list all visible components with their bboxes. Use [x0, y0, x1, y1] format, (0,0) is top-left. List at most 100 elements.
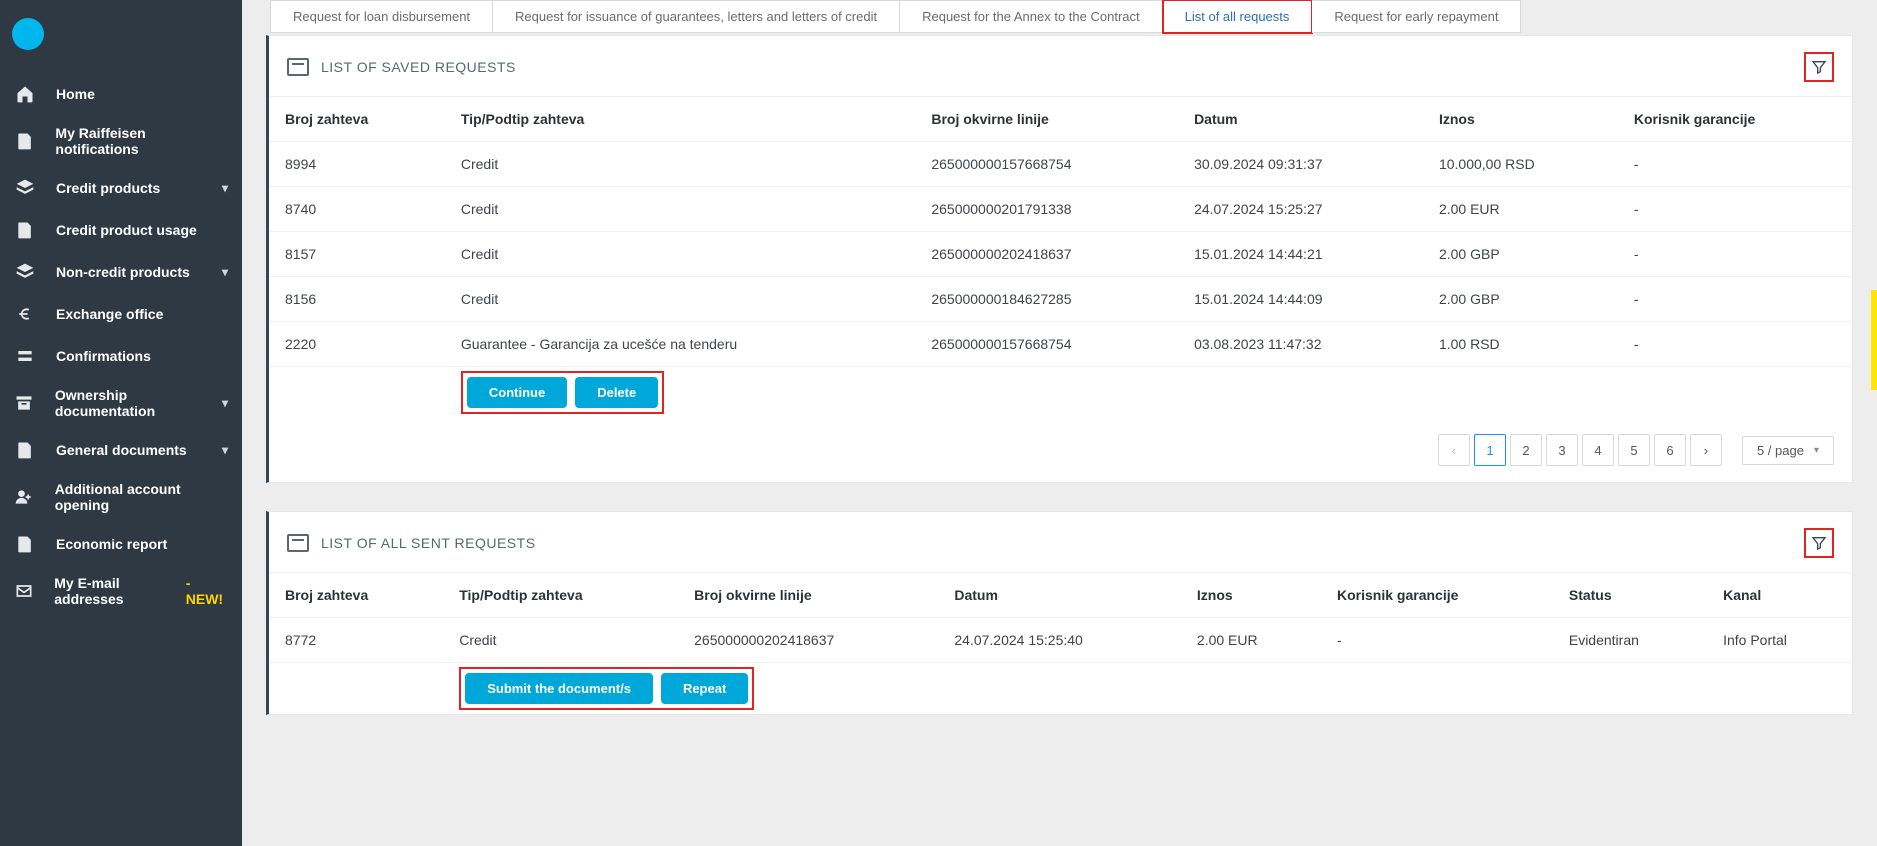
table-cell: -: [1618, 277, 1852, 322]
pager-prev[interactable]: ‹: [1438, 434, 1470, 466]
tab-request-for-issuance-of-guarantees-letters-and-letters-of-credit[interactable]: Request for issuance of guarantees, lett…: [493, 0, 900, 33]
column-header[interactable]: Iznos: [1423, 97, 1618, 142]
doc-icon: [14, 219, 36, 241]
column-header[interactable]: Iznos: [1181, 573, 1321, 618]
saved-requests-title: LIST OF SAVED REQUESTS: [321, 59, 516, 75]
table-cell: Guarantee - Garancija za ucešće na tende…: [445, 322, 915, 367]
tab-request-for-early-repayment[interactable]: Request for early repayment: [1312, 0, 1521, 33]
pager-page-5[interactable]: 5: [1618, 434, 1650, 466]
table-row[interactable]: 8157Credit26500000020241863715.01.2024 1…: [269, 232, 1852, 277]
sidebar-item-general-documents[interactable]: General documents ▾: [0, 429, 242, 471]
sidebar-item-additional-account-opening[interactable]: Additional account opening: [0, 471, 242, 523]
tabs-bar: Request for loan disbursementRequest for…: [270, 0, 1853, 33]
column-header[interactable]: Datum: [1178, 97, 1423, 142]
column-header[interactable]: Broj okvirne linije: [915, 97, 1178, 142]
chevron-down-icon: ▾: [222, 443, 228, 457]
column-header[interactable]: Tip/Podtip zahteva: [445, 97, 915, 142]
column-header[interactable]: Tip/Podtip zahteva: [443, 573, 678, 618]
saved-requests-pager: ‹123456› 5 / page▾: [269, 418, 1852, 482]
pager-page-2[interactable]: 2: [1510, 434, 1542, 466]
filter-icon: [1811, 59, 1827, 75]
sidebar-item-label: Additional account opening: [55, 481, 228, 513]
table-row[interactable]: 8994Credit26500000015766875430.09.2024 0…: [269, 142, 1852, 187]
column-header[interactable]: Korisnik garancije: [1321, 573, 1553, 618]
table-row[interactable]: 8740Credit26500000020179133824.07.2024 1…: [269, 187, 1852, 232]
euro-icon: [14, 303, 36, 325]
column-header[interactable]: Status: [1553, 573, 1707, 618]
sidebar-item-label: Confirmations: [56, 348, 151, 364]
pager-page-1[interactable]: 1: [1474, 434, 1506, 466]
filter-icon: [1811, 535, 1827, 551]
sent-requests-header: LIST OF ALL SENT REQUESTS: [269, 512, 1852, 572]
sidebar-item-credit-products[interactable]: Credit products ▾: [0, 167, 242, 209]
table-row[interactable]: 8156Credit26500000018462728515.01.2024 1…: [269, 277, 1852, 322]
list-icon: [287, 58, 309, 76]
sent-actions-highlight: Submit the document/s Repeat: [459, 667, 754, 710]
sidebar-item-non-credit-products[interactable]: Non-credit products▾: [0, 251, 242, 293]
table-cell: -: [1321, 618, 1553, 663]
table-cell: 8994: [269, 142, 445, 187]
sidebar-item-ownership-documentation[interactable]: Ownership documentation▾: [0, 377, 242, 429]
saved-action-row: Continue Delete: [269, 367, 1852, 419]
sidebar-nav: HomeMy Raiffeisen notificationsCredit pr…: [0, 73, 242, 617]
filter-button[interactable]: [1804, 528, 1834, 558]
repeat-button[interactable]: Repeat: [661, 673, 748, 704]
sidebar-item-label: Credit products: [56, 180, 160, 196]
tab-request-for-loan-disbursement[interactable]: Request for loan disbursement: [270, 0, 493, 33]
submit-documents-button[interactable]: Submit the document/s: [465, 673, 653, 704]
tab-list-of-all-requests[interactable]: List of all requests: [1163, 0, 1313, 33]
pager-page-6[interactable]: 6: [1654, 434, 1686, 466]
chevron-down-icon: ▾: [222, 181, 228, 195]
sidebar-item-label: General documents: [56, 442, 187, 458]
table-cell: 15.01.2024 14:44:09: [1178, 277, 1423, 322]
table-cell: 8740: [269, 187, 445, 232]
filter-button[interactable]: [1804, 52, 1834, 82]
table-cell: 2.00 GBP: [1423, 277, 1618, 322]
table-row[interactable]: 8772Credit26500000020241863724.07.2024 1…: [269, 618, 1852, 663]
sent-table-body: 8772Credit26500000020241863724.07.2024 1…: [269, 618, 1852, 715]
table-cell: 8772: [269, 618, 443, 663]
scroll-indicator: [1871, 290, 1877, 390]
table-cell: 265000000201791338: [915, 187, 1178, 232]
sidebar-item-home[interactable]: Home: [0, 73, 242, 115]
pager-next[interactable]: ›: [1690, 434, 1722, 466]
table-cell: 03.08.2023 11:47:32: [1178, 322, 1423, 367]
layers-icon: [14, 261, 36, 283]
column-header[interactable]: Datum: [938, 573, 1181, 618]
column-header[interactable]: Broj zahteva: [269, 97, 445, 142]
table-cell: 265000000157668754: [915, 322, 1178, 367]
pager-page-3[interactable]: 3: [1546, 434, 1578, 466]
table-cell: Credit: [445, 142, 915, 187]
tab-request-for-the-annex-to-the-contract[interactable]: Request for the Annex to the Contract: [900, 0, 1163, 33]
table-cell: Credit: [445, 232, 915, 277]
delete-button[interactable]: Delete: [575, 377, 658, 408]
list-icon: [287, 534, 309, 552]
table-cell: 30.09.2024 09:31:37: [1178, 142, 1423, 187]
sidebar-item-exchange-office[interactable]: Exchange office: [0, 293, 242, 335]
sidebar-item-label: Home: [56, 86, 95, 102]
sidebar-item-credit-product-usage[interactable]: Credit product usage: [0, 209, 242, 251]
pager-perpage[interactable]: 5 / page▾: [1742, 436, 1834, 465]
saved-table-body: 8994Credit26500000015766875430.09.2024 0…: [269, 142, 1852, 419]
table-cell: Evidentiran: [1553, 618, 1707, 663]
sidebar-item-confirmations[interactable]: Confirmations: [0, 335, 242, 377]
table-cell: 10.000,00 RSD: [1423, 142, 1618, 187]
column-header[interactable]: Korisnik garancije: [1618, 97, 1852, 142]
table-cell: Credit: [445, 277, 915, 322]
pager-page-4[interactable]: 4: [1582, 434, 1614, 466]
column-header[interactable]: Broj okvirne linije: [678, 573, 938, 618]
chevron-down-icon: ▾: [222, 396, 228, 410]
column-header[interactable]: Kanal: [1707, 573, 1852, 618]
sidebar-item-label: Economic report: [56, 536, 167, 552]
sent-action-row: Submit the document/s Repeat: [269, 663, 1852, 715]
continue-button[interactable]: Continue: [467, 377, 567, 408]
column-header[interactable]: Broj zahteva: [269, 573, 443, 618]
table-row[interactable]: 2220Guarantee - Garancija za ucešće na t…: [269, 322, 1852, 367]
saved-requests-header: LIST OF SAVED REQUESTS: [269, 36, 1852, 96]
table-cell: 24.07.2024 15:25:27: [1178, 187, 1423, 232]
table-cell: Credit: [443, 618, 678, 663]
table-cell: 2.00 EUR: [1423, 187, 1618, 232]
sidebar-item-my-raiffeisen-notifications[interactable]: My Raiffeisen notifications: [0, 115, 242, 167]
sidebar-item-my-e-mail-addresses[interactable]: My E-mail addresses - NEW!: [0, 565, 242, 617]
sidebar-item-economic-report[interactable]: Economic report: [0, 523, 242, 565]
